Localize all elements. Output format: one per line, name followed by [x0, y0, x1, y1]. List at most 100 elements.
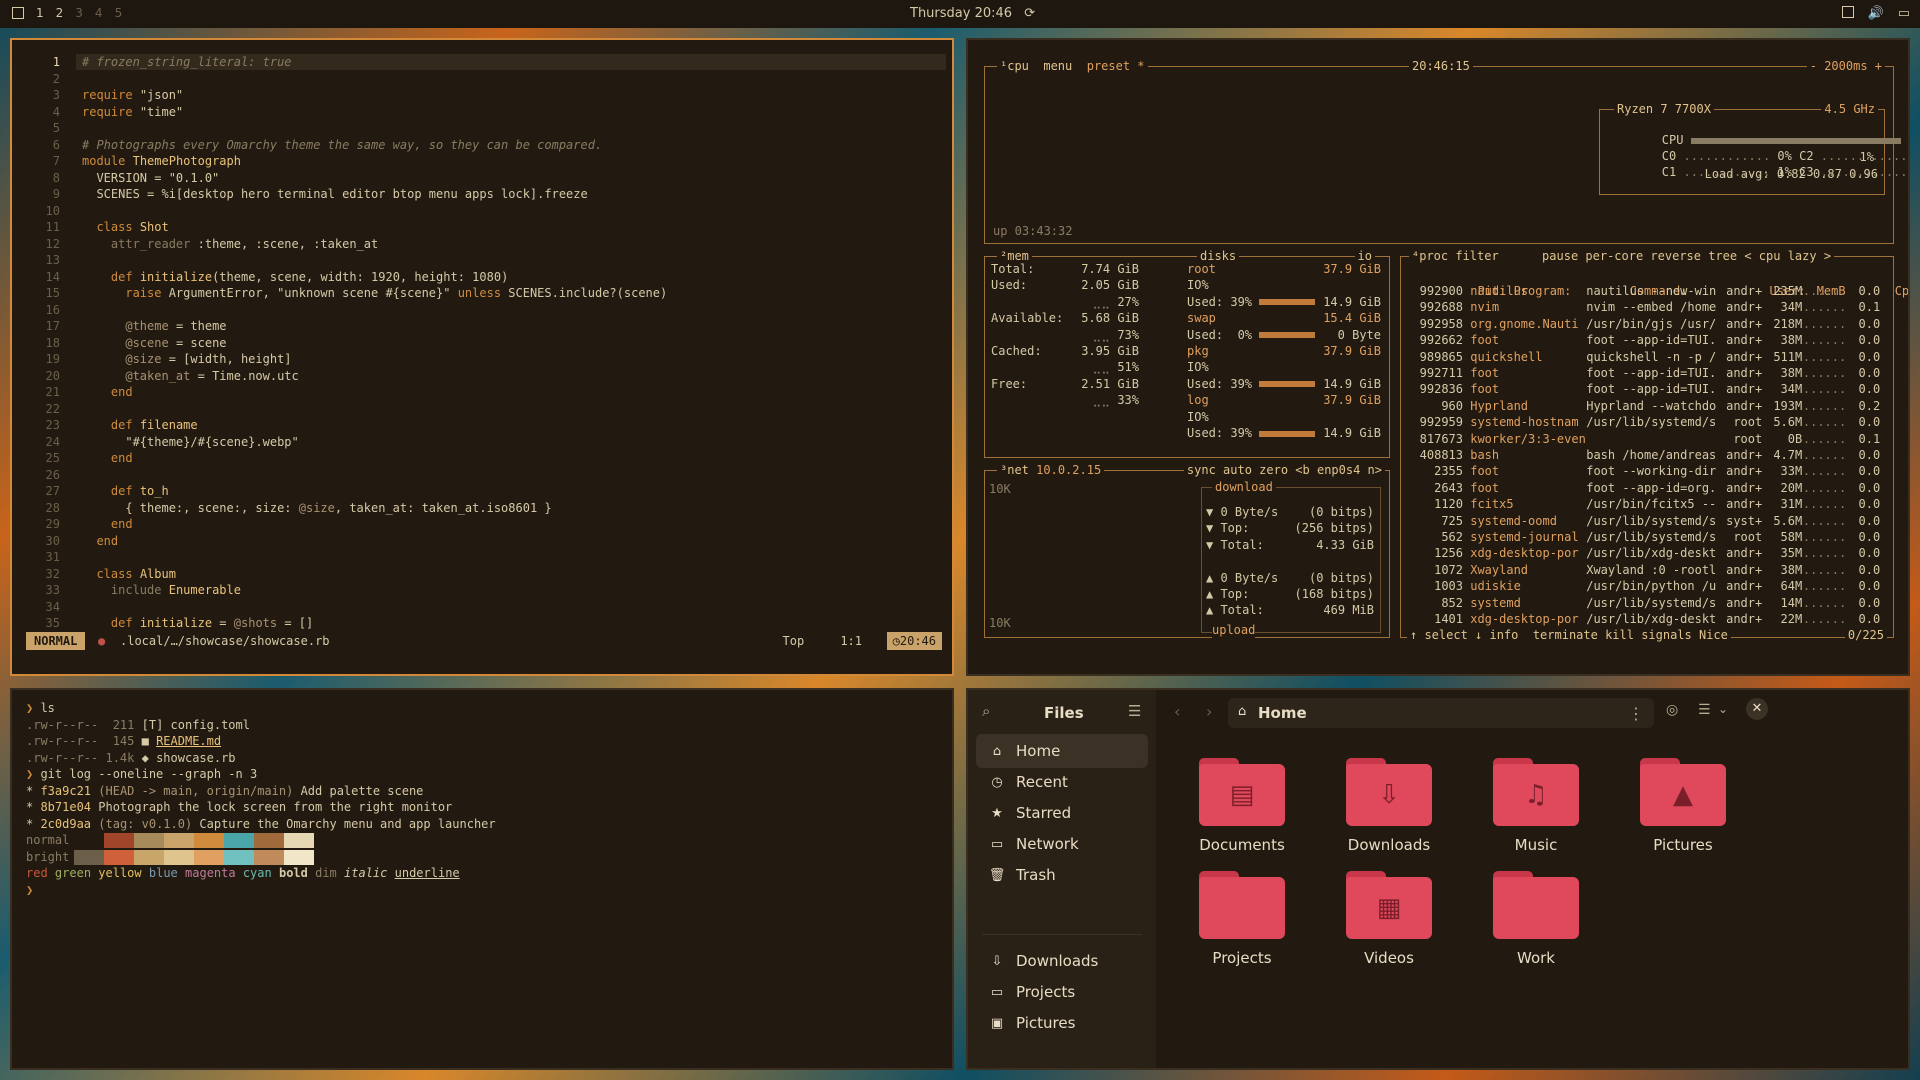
process-row[interactable]: 1256 xdg-desktop-por/usr/lib/xdg-deskt an… — [1405, 545, 1889, 561]
process-row[interactable]: 992688 nvim nvim --embed /home andr+ 34M...… — [1405, 299, 1889, 315]
proc-options[interactable]: filter pause per-core reverse tree < cpu… — [1455, 249, 1831, 263]
code-line[interactable]: 19 @size = [width, height] — [20, 351, 667, 368]
code-line[interactable]: 20 @taken_at = Time.now.utc — [20, 368, 667, 385]
location-bar[interactable]: ⌂ Home ⋮ — [1228, 698, 1654, 728]
folder-documents[interactable]: ▤ Documents — [1172, 758, 1312, 854]
terminal-output[interactable]: ❯ ls .rw-r--r-- 211 [T] config.toml .rw-r-… — [26, 700, 496, 898]
process-row[interactable]: 992959 systemd-hostnam/usr/lib/systemd/s… — [1405, 414, 1889, 430]
code-line[interactable]: 22 — [20, 401, 667, 418]
chevron-down-icon[interactable]: ⌄ — [1718, 702, 1728, 716]
process-row[interactable]: 1072 Xwayland Xwayland :0 -rootl andr+ 38M.… — [1405, 562, 1889, 578]
code-line[interactable]: 2 — [20, 71, 667, 88]
sidebar-item-home[interactable]: ⌂ Home — [976, 734, 1148, 768]
workspace-1[interactable]: 1 — [36, 6, 44, 20]
code-line[interactable]: 11 class Shot — [20, 219, 667, 236]
folder-videos[interactable]: ▦ Videos — [1319, 871, 1459, 967]
code-line[interactable]: 7 module ThemePhotograph — [20, 153, 667, 170]
code-line[interactable]: 23 def filename — [20, 417, 667, 434]
code-line[interactable]: 4 require "time" — [20, 104, 667, 121]
code-line[interactable]: 17 @theme = theme — [20, 318, 667, 335]
terminal-window[interactable]: ❯ ls .rw-r--r-- 211 [T] config.toml .rw-r-… — [10, 688, 954, 1070]
menu-button[interactable]: menu — [1043, 59, 1072, 73]
folder-pictures[interactable]: ▲ Pictures — [1613, 758, 1753, 854]
process-row[interactable]: 817673 kworker/3:3-even root 0B...... 0.1 — [1405, 431, 1889, 447]
process-row[interactable]: 852 systemd/usr/lib/systemd/s andr+ 14M...… — [1405, 595, 1889, 611]
process-row[interactable]: 2643 foot foot --app-id=org. andr+ 20M.....… — [1405, 480, 1889, 496]
process-row[interactable]: 992836 foot foot --app-id=TUI. andr+ 34M...… — [1405, 381, 1889, 397]
net-options[interactable]: sync auto zero <b enp0s4 n> — [1183, 462, 1385, 479]
workspace-4[interactable]: 4 — [95, 6, 103, 20]
list-view-icon[interactable]: ☰ — [1698, 702, 1711, 718]
code-line[interactable]: 8 VERSION = "0.1.0" — [20, 170, 667, 187]
code-line[interactable]: 9 SCENES = %i[desktop hero terminal edit… — [20, 186, 667, 203]
preset-button[interactable]: preset * — [1087, 59, 1145, 73]
files-window[interactable]: ⌕ Files ☰ ⌂ Home ◷ Recent ★ Starred ▭ Network 🗑 T… — [966, 688, 1910, 1070]
code-line[interactable]: 5 — [20, 120, 667, 137]
display-icon[interactable]: ▭ — [1898, 6, 1910, 21]
code-line[interactable]: 35 def initialize = @shots = [] — [20, 615, 667, 632]
clock[interactable]: Thursday 20:46 ⟳ — [910, 6, 1035, 21]
code-line[interactable]: 12 attr_reader :theme, :scene, :taken_at — [20, 236, 667, 253]
terminal-prompt[interactable]: ❯ — [26, 882, 496, 899]
process-row[interactable]: 2355 foot foot --working-dir andr+ 33M.....… — [1405, 463, 1889, 479]
sidebar-item-trash[interactable]: 🗑 Trash — [976, 858, 1148, 892]
close-icon[interactable]: ✕ — [1746, 698, 1768, 720]
proc-footer[interactable]: ↑ select ↓ info terminate kill signals N… — [1407, 627, 1731, 644]
code-line[interactable]: 21 end — [20, 384, 667, 401]
process-row[interactable]: 960 Hyprland Hyprland --watchdo andr+ 193M.… — [1405, 398, 1889, 414]
code-line[interactable]: 25 end — [20, 450, 667, 467]
process-row[interactable]: 992958 org.gnome.Nauti/usr/bin/gjs /usr/… — [1405, 316, 1889, 332]
code-line[interactable]: 26 — [20, 467, 667, 484]
process-row[interactable]: 992662 foot foot --app-id=TUI. andr+ 38M...… — [1405, 332, 1889, 348]
code-line[interactable]: 3 require "json" — [20, 87, 667, 104]
workspace-2[interactable]: 2 — [56, 6, 64, 20]
code-line[interactable]: 13 — [20, 252, 667, 269]
folder-work[interactable]: Work — [1466, 871, 1606, 967]
sidebar-item-recent[interactable]: ◷ Recent — [976, 765, 1148, 799]
layout-icon[interactable] — [12, 7, 24, 19]
folder-projects[interactable]: Projects — [1172, 871, 1312, 967]
folder-music[interactable]: ♫ Music — [1466, 758, 1606, 854]
code-line[interactable]: 33 include Enumerable — [20, 582, 667, 599]
bookmark-projects[interactable]: ▭ Projects — [976, 975, 1148, 1009]
code-line[interactable]: 27 def to_h — [20, 483, 667, 500]
code-line[interactable]: 14 def initialize(theme, scene, width: 1… — [20, 269, 667, 286]
screen-record-icon[interactable] — [1841, 6, 1854, 18]
process-row[interactable]: 989865 quickshell quickshell -n -p / andr+… — [1405, 349, 1889, 365]
forward-icon[interactable]: › — [1206, 702, 1212, 721]
process-row[interactable]: 1401 xdg-desktop-por/usr/lib/xdg-deskt an… — [1405, 611, 1889, 627]
code-line[interactable]: 28 { theme:, scene:, size: @size, taken_… — [20, 500, 667, 517]
volume-icon[interactable]: 🔊 — [1868, 6, 1884, 21]
process-row[interactable]: 408813 bash bash /home/andreas andr+ 4.7M..… — [1405, 447, 1889, 463]
search-icon[interactable]: ⌕ — [982, 702, 990, 720]
sidebar-item-starred[interactable]: ★ Starred — [976, 796, 1148, 830]
editor-window[interactable]: 1 # frozen_string_literal: true 2 3 require … — [10, 38, 954, 676]
process-row[interactable]: 992711 foot foot --app-id=TUI. andr+ 38M...… — [1405, 365, 1889, 381]
code-line[interactable]: 18 @scene = scene — [20, 335, 667, 352]
code-line[interactable]: 34 — [20, 599, 667, 616]
bookmark-downloads[interactable]: ⇩ Downloads — [976, 944, 1148, 978]
sidebar-item-network[interactable]: ▭ Network — [976, 827, 1148, 861]
code-line[interactable]: 29 end — [20, 516, 667, 533]
camera-icon[interactable]: ◎ — [1666, 702, 1678, 718]
btop-window[interactable]: ¹cpu menu preset * 20:46:15 - 2000ms + u… — [966, 38, 1910, 676]
process-row[interactable]: 992900 nautilus nautilus --new-win andr+ 23… — [1405, 283, 1889, 299]
process-row[interactable]: 1120 fcitx5/usr/bin/fcitx5 -- andr+ 31M...… — [1405, 496, 1889, 512]
more-options-icon[interactable]: ⋮ — [1628, 704, 1644, 723]
workspace-3[interactable]: 3 — [75, 6, 83, 20]
code-line[interactable]: 32 class Album — [20, 566, 667, 583]
code-line[interactable]: 6 # Photographs every Omarchy theme the s… — [20, 137, 667, 154]
code-line[interactable]: 16 — [20, 302, 667, 319]
code-line[interactable]: 15 raise ArgumentError, "unknown scene #… — [20, 285, 668, 302]
back-icon[interactable]: ‹ — [1174, 702, 1180, 721]
workspace-5[interactable]: 5 — [115, 6, 123, 20]
process-row[interactable]: 1003 udiskie/usr/bin/python /u andr+ 64M..… — [1405, 578, 1889, 594]
update-interval[interactable]: - 2000ms + — [1806, 58, 1885, 75]
code-line[interactable]: 24 "#{theme}/#{scene}.webp" — [20, 434, 667, 451]
code-line[interactable]: 31 — [20, 549, 667, 566]
bookmark-pictures[interactable]: ▣ Pictures — [976, 1006, 1148, 1040]
code-area[interactable]: 1 # frozen_string_literal: true 2 3 require … — [20, 54, 668, 632]
code-line[interactable]: 1 # frozen_string_literal: true — [20, 54, 667, 71]
folder-downloads[interactable]: ⇩ Downloads — [1319, 758, 1459, 854]
process-row[interactable]: 562 systemd-journal/usr/lib/systemd/s roo… — [1405, 529, 1889, 545]
